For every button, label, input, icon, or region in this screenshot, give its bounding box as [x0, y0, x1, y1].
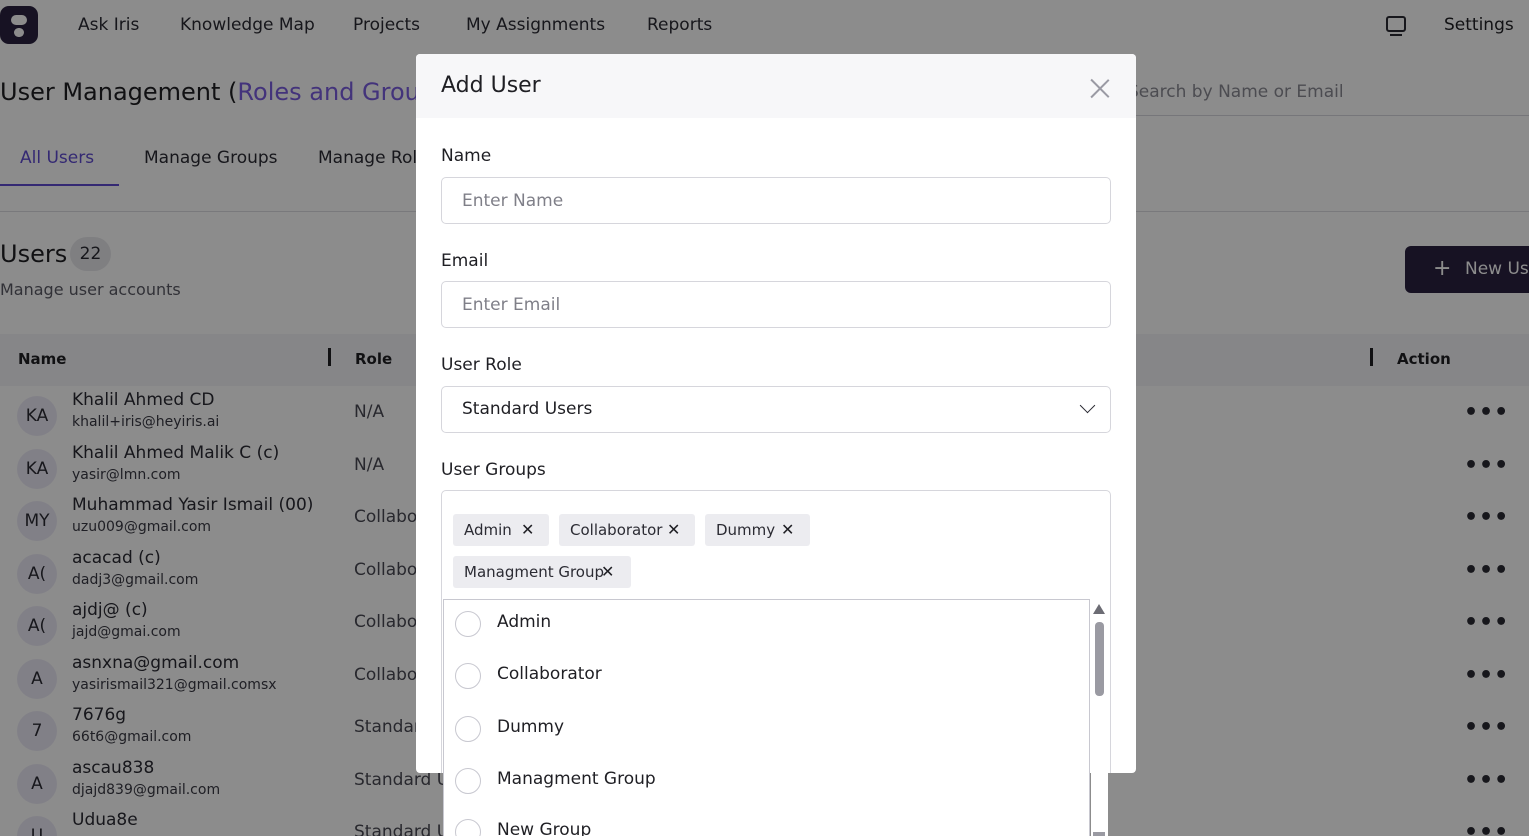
user-groups-label: User Groups [441, 460, 546, 480]
group-tag-label: Dummy [716, 521, 776, 539]
group-tag-managment-group: Managment Group ✕ [453, 556, 631, 588]
group-tag-label: Collaborator [570, 521, 663, 539]
group-tag-label: Admin [464, 521, 512, 539]
dropdown-option-dummy[interactable]: Dummy [444, 705, 1089, 757]
name-label: Name [441, 146, 492, 166]
scroll-down-arrow-icon[interactable] [1093, 832, 1105, 836]
modal-header: Add User [416, 54, 1136, 118]
group-tag-admin: Admin ✕ [453, 514, 549, 546]
group-tag-label: Managment Group [464, 563, 605, 581]
user-groups-dropdown: Admin Collaborator Dummy Managment Group… [443, 599, 1090, 836]
option-label: Admin [497, 612, 552, 632]
option-label: Collaborator [497, 664, 602, 684]
radio-button[interactable] [455, 663, 481, 689]
close-icon[interactable] [1090, 78, 1110, 98]
option-label: Managment Group [497, 769, 656, 789]
user-role-label: User Role [441, 355, 522, 375]
email-label: Email [441, 251, 489, 271]
dropdown-scrollbar[interactable] [1091, 601, 1108, 836]
scroll-thumb[interactable] [1095, 622, 1104, 696]
group-tag-dummy: Dummy ✕ [705, 514, 810, 546]
dropdown-option-new-group[interactable]: New Group [444, 808, 1089, 836]
name-field[interactable] [441, 177, 1111, 224]
radio-button[interactable] [455, 716, 481, 742]
remove-tag-icon[interactable]: ✕ [781, 520, 794, 539]
user-role-select[interactable]: Standard Users [441, 386, 1111, 433]
modal-title: Add User [441, 73, 541, 98]
dropdown-option-managment-group[interactable]: Managment Group [444, 757, 1089, 809]
user-role-value: Standard Users [462, 399, 593, 419]
remove-tag-icon[interactable]: ✕ [601, 562, 614, 581]
dropdown-option-collaborator[interactable]: Collaborator [444, 652, 1089, 704]
radio-button[interactable] [455, 611, 481, 637]
group-tag-collaborator: Collaborator ✕ [559, 514, 695, 546]
scroll-up-arrow-icon[interactable] [1093, 604, 1105, 614]
option-label: Dummy [497, 717, 565, 737]
email-field[interactable] [441, 281, 1111, 328]
dropdown-option-admin[interactable]: Admin [444, 600, 1089, 652]
radio-button[interactable] [455, 819, 481, 836]
chevron-down-icon [1079, 397, 1096, 414]
radio-button[interactable] [455, 768, 481, 794]
remove-tag-icon[interactable]: ✕ [667, 520, 680, 539]
remove-tag-icon[interactable]: ✕ [521, 520, 534, 539]
option-label: New Group [497, 820, 592, 836]
